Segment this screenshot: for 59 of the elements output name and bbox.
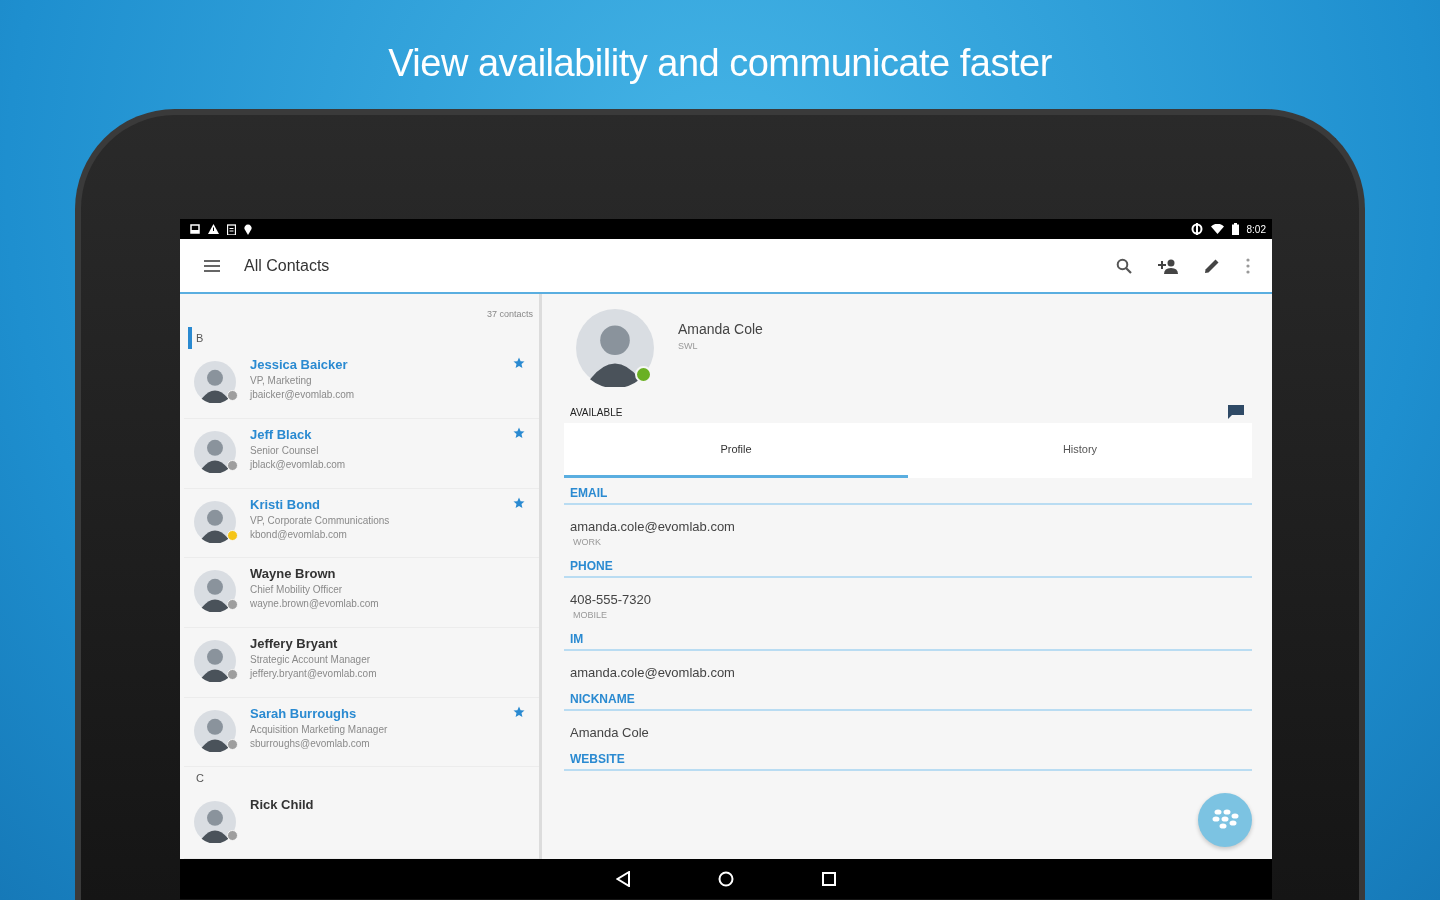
contact-email: jblack@evomlab.com: [250, 458, 347, 470]
home-icon[interactable]: [718, 871, 734, 888]
field-type: MOBILE: [572, 610, 608, 621]
wifi-icon: [1210, 224, 1224, 235]
avatar: [194, 430, 236, 473]
availability-status: AVAILABLE: [570, 406, 623, 418]
section-letter: C: [195, 771, 205, 787]
contact-email: wayne.brown@evomlab.com: [250, 598, 380, 610]
avatar: [194, 709, 236, 752]
battery-icon: [1231, 223, 1239, 236]
field-value[interactable]: 408-555-7320: [570, 592, 1246, 608]
search-icon[interactable]: [1116, 257, 1132, 274]
contact-title: Chief Mobility Officer: [250, 584, 344, 596]
recents-icon[interactable]: [822, 872, 836, 887]
contact-title: Senior Counsel: [250, 444, 320, 456]
back-icon[interactable]: [616, 871, 630, 888]
field-value[interactable]: Amanda Cole: [570, 725, 1246, 741]
avatar: [194, 570, 236, 613]
contact-name: Amanda Cole: [678, 321, 763, 338]
avatar: [194, 801, 236, 844]
contact-title: VP, Marketing: [250, 375, 313, 387]
section-heading: EMAIL: [564, 486, 1252, 506]
contact-name[interactable]: Jeffery Bryant: [250, 636, 529, 651]
contact-title: Strategic Account Manager: [250, 654, 372, 665]
chat-icon[interactable]: [1228, 405, 1244, 420]
field-value[interactable]: amanda.cole@evomlab.com: [570, 665, 1246, 681]
contact-name[interactable]: Wayne Brown: [250, 566, 529, 582]
headline: View availability and communicate faster: [388, 42, 1052, 86]
contact-title: VP, Corporate Communications: [250, 514, 391, 526]
contact-email: jeffery.bryant@evomlab.com: [250, 668, 378, 679]
section-letter: B: [188, 327, 539, 350]
contact-email: sburroughs@evomlab.com: [250, 737, 371, 749]
menu-icon[interactable]: [204, 259, 220, 272]
section-heading: IM: [564, 632, 1252, 652]
field-value[interactable]: amanda.cole@evomlab.com: [570, 519, 1246, 535]
section-heading: WEBSITE: [564, 752, 1252, 772]
contact-title: Acquisition Marketing Manager: [250, 723, 389, 735]
section-heading: PHONE: [564, 559, 1252, 579]
avatar: [194, 640, 236, 682]
screenshot-icon: [190, 224, 200, 235]
contact-email: kbond@evomlab.com: [250, 528, 348, 540]
warning-icon: [208, 224, 219, 235]
contact-count: 37 contacts: [485, 308, 534, 322]
pencil-icon[interactable]: [1204, 257, 1220, 274]
clipboard-icon: [227, 223, 236, 235]
field-type: WORK: [572, 537, 602, 548]
add-person-icon[interactable]: [1158, 257, 1178, 274]
more-icon[interactable]: [1246, 257, 1250, 274]
contact-name[interactable]: Sarah Burroughs: [250, 705, 513, 721]
screen-title: All Contacts: [244, 256, 330, 275]
avatar: [194, 500, 236, 543]
contact-name[interactable]: Rick Child: [250, 797, 529, 813]
location-pin-icon: [244, 223, 252, 235]
contact-name[interactable]: Jessica Baicker: [250, 357, 513, 373]
contact-subtitle: SWL: [678, 341, 699, 352]
avatar: [194, 361, 236, 404]
section-heading: NICKNAME: [564, 692, 1252, 712]
clock: 8:02: [1246, 223, 1266, 235]
contact-email: jbaicker@evomlab.com: [250, 389, 356, 401]
